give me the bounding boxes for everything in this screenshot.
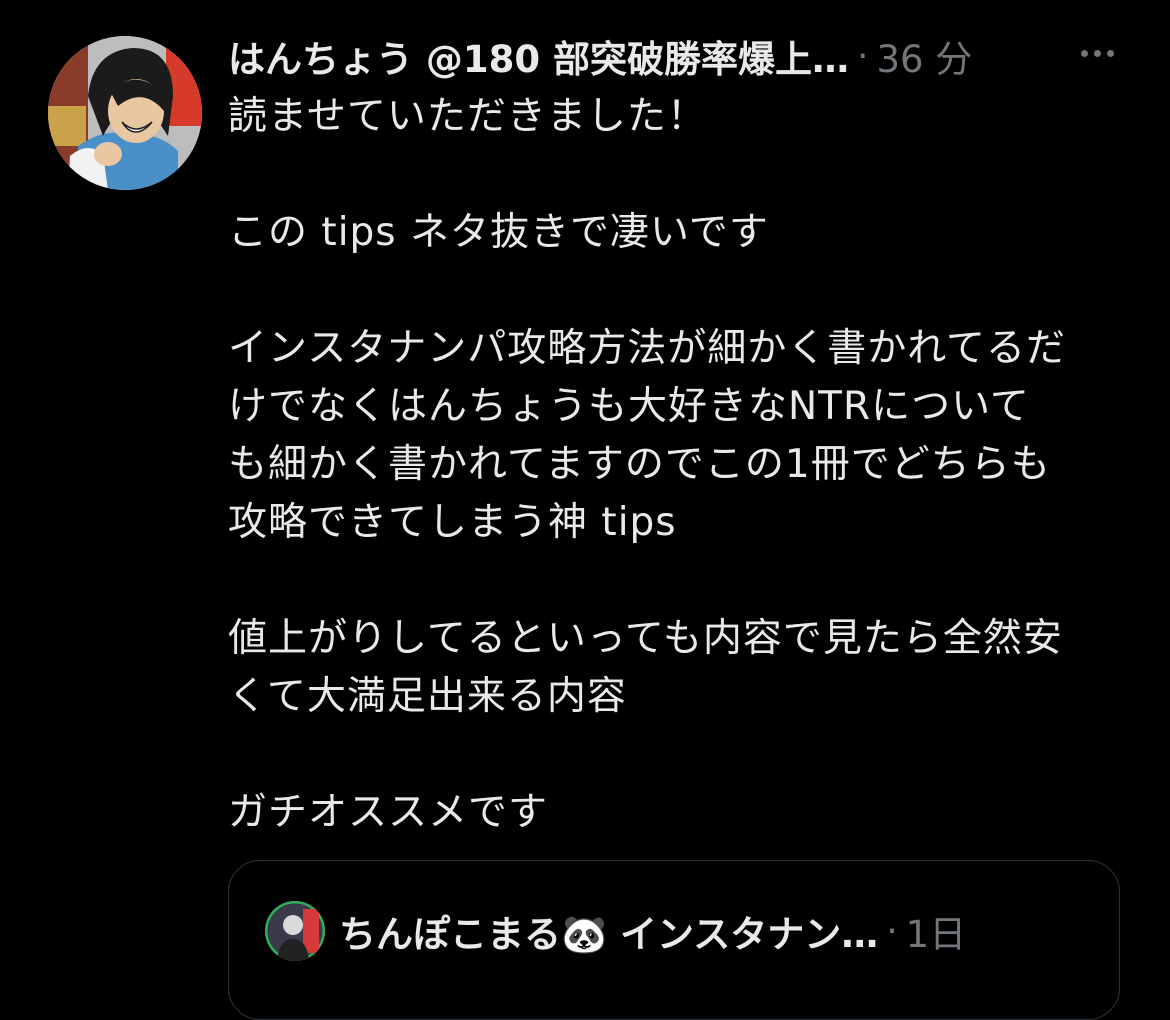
tweet-paragraph: 値上がりしてるといっても内容で見たら全然安 くて大満足出来る内容 (228, 616, 1063, 719)
quoted-avatar-icon (265, 901, 325, 961)
tweet-paragraph: この tips ネタ抜きで凄いです (228, 210, 769, 255)
quoted-tweet-header: ちんぽこまる🐼 インスタナン… · 1日 (265, 901, 966, 961)
quoted-separator-dot: · (886, 910, 898, 952)
quoted-timestamp[interactable]: 1日 (906, 904, 967, 958)
timestamp[interactable]: 36 分 (876, 29, 972, 83)
more-options-button[interactable] (1072, 28, 1122, 78)
tweet[interactable]: はんちょう @180 部突破勝率爆上… · 36 分 読ませていただきました！ … (0, 0, 1170, 1020)
tweet-header: はんちょう @180 部突破勝率爆上… · 36 分 (228, 26, 1128, 86)
display-name[interactable]: はんちょう @180 部突破勝率爆上… (228, 29, 849, 83)
user-avatar[interactable] (48, 36, 202, 190)
more-horizontal-icon-dot (1093, 49, 1101, 57)
tweet-text: 読ませていただきました！ この tips ネタ抜きで凄いです インスタナンパ攻略… (228, 88, 1128, 900)
quoted-display-name[interactable]: ちんぽこまる🐼 インスタナン… (339, 904, 878, 958)
quoted-user-avatar[interactable] (265, 901, 325, 961)
quoted-tweet-card[interactable]: ちんぽこまる🐼 インスタナン… · 1日 (228, 860, 1120, 1020)
more-horizontal-icon (1080, 49, 1088, 57)
tweet-paragraph: ガチオススメです (228, 790, 549, 835)
avatar-illustration-icon (48, 36, 202, 190)
tweet-paragraph: インスタナンパ攻略方法が細かく書かれてるだ けでなくはんちょうも大好きなNTRに… (228, 326, 1067, 545)
tweet-paragraph: 読ませていただきました！ (228, 94, 707, 139)
separator-dot: · (857, 35, 869, 77)
more-horizontal-icon-dot (1106, 49, 1114, 57)
